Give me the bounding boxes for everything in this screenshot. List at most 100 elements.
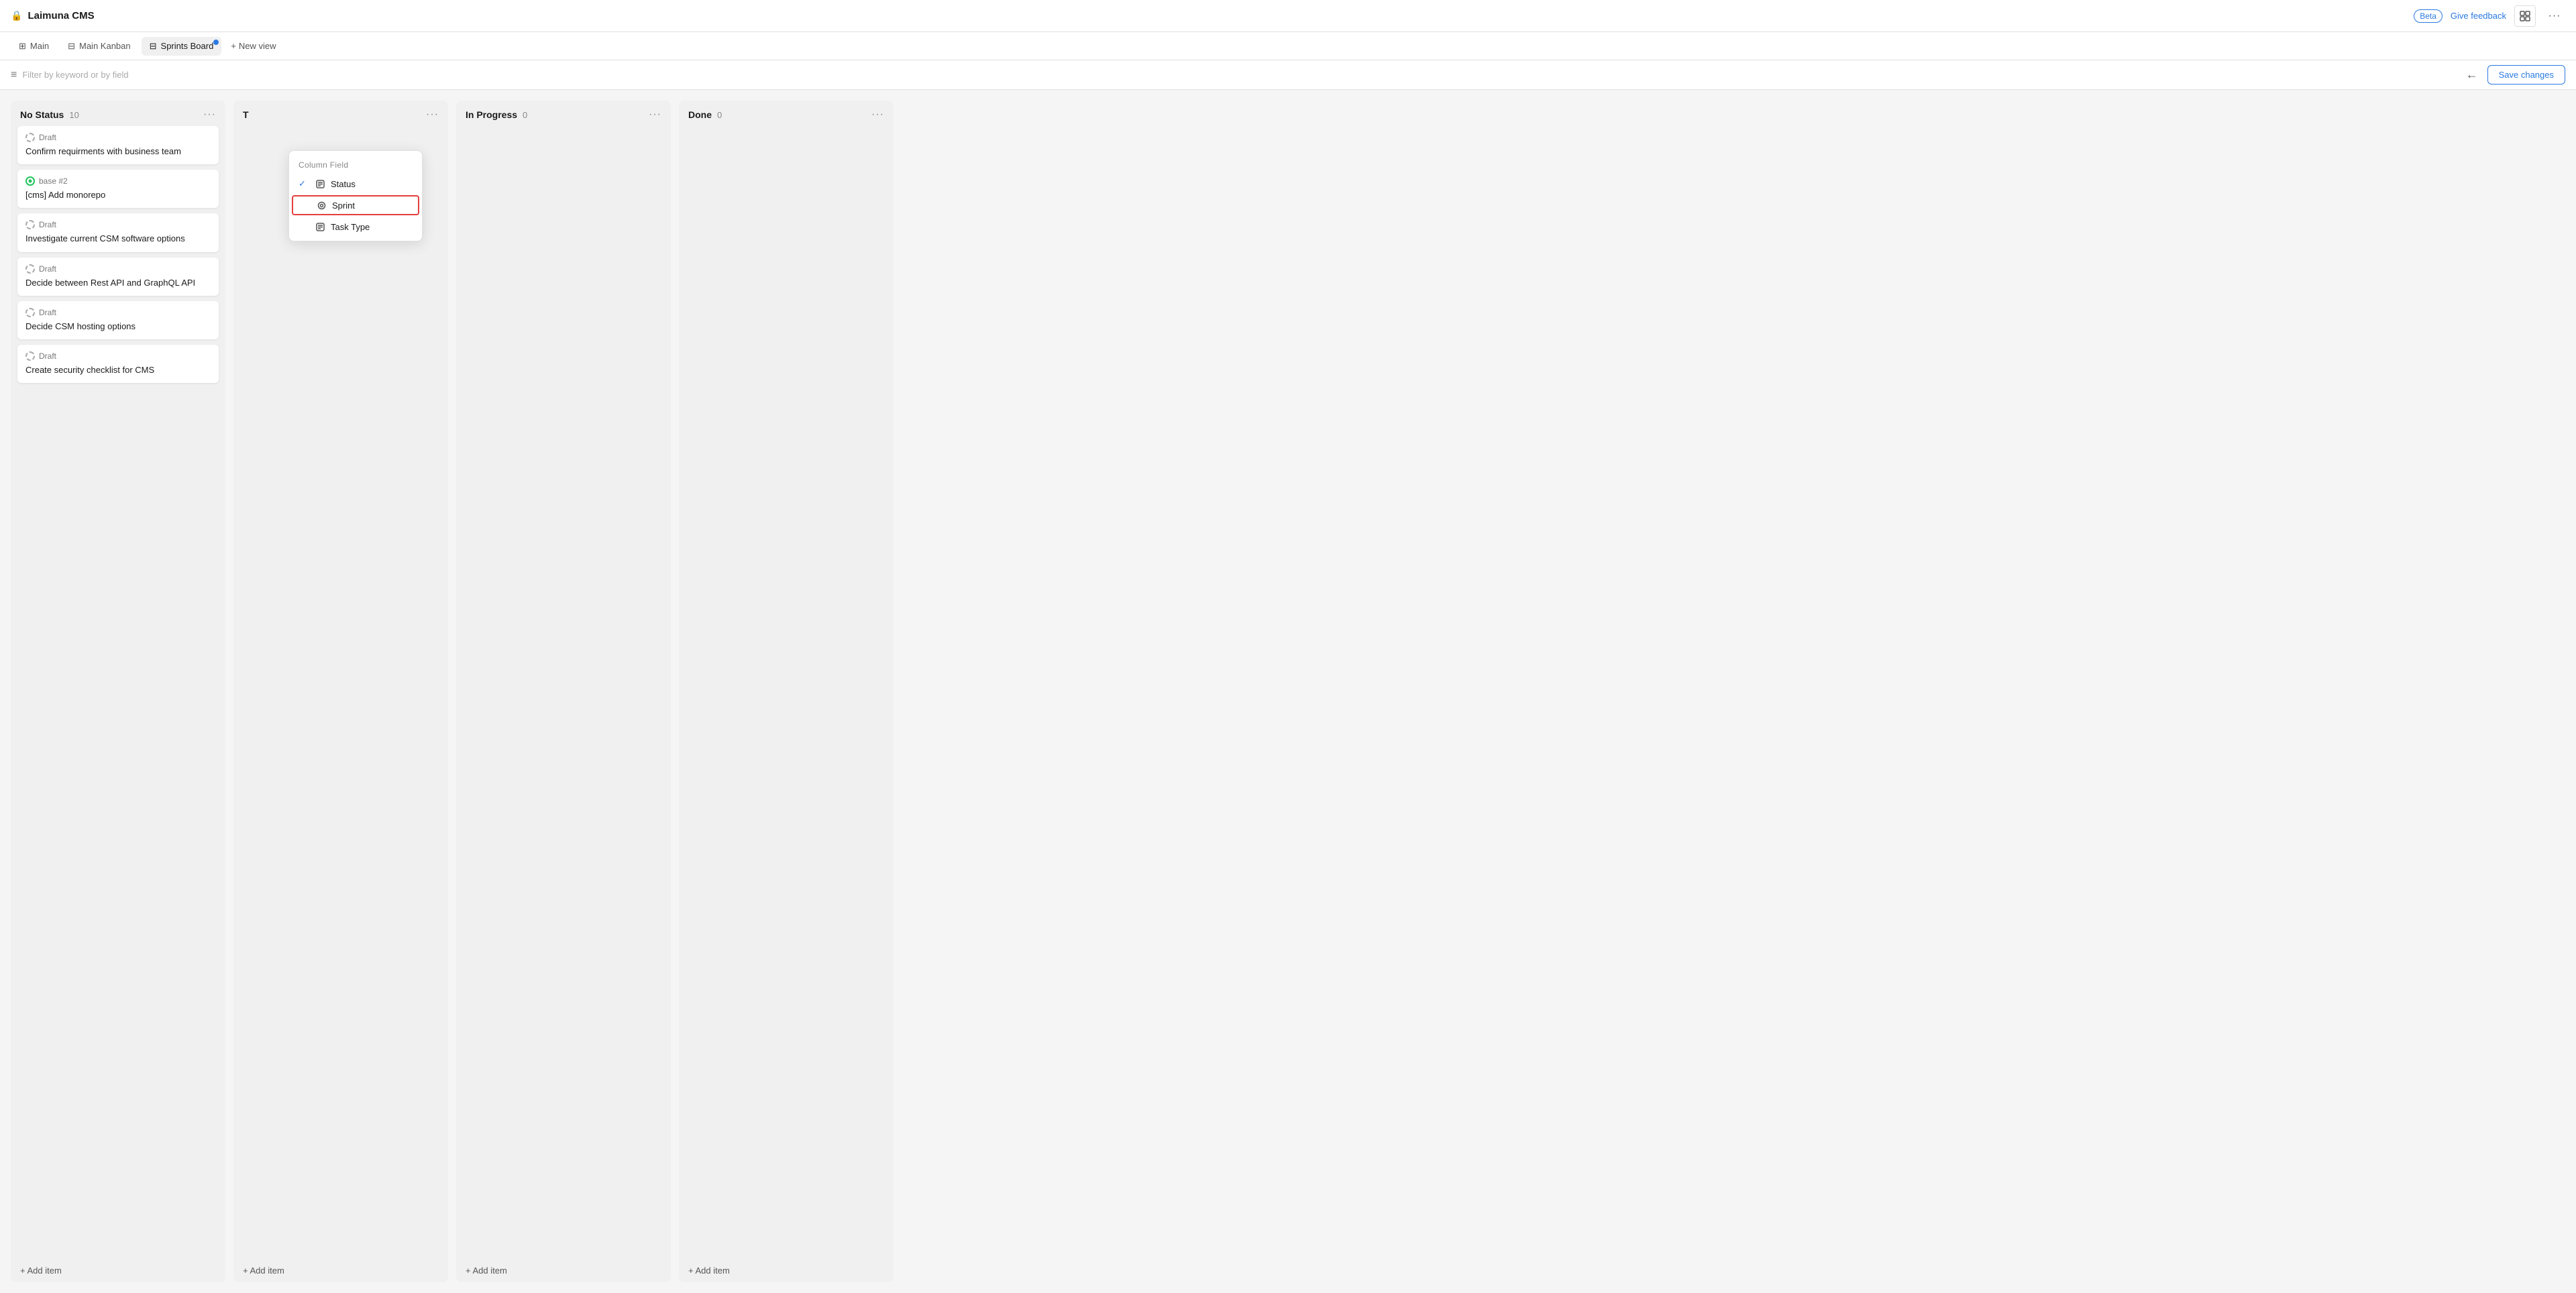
top-bar-right: Beta Give feedback ···	[2414, 5, 2565, 27]
dropdown-item-task-type-label: Task Type	[331, 222, 370, 232]
tab-sprints-board-label: Sprints Board	[161, 41, 214, 51]
column-todo-add-item[interactable]: + Add item	[233, 1259, 448, 1282]
column-done-title-group: Done 0	[688, 109, 722, 120]
card-status: Draft	[25, 351, 211, 361]
card-status: Draft	[25, 264, 211, 274]
base-status-icon	[25, 176, 35, 186]
tab-main[interactable]: ⊞ Main	[11, 37, 57, 56]
back-btn[interactable]: ←	[2463, 65, 2481, 85]
add-item-label: + Add item	[243, 1266, 284, 1276]
card-title: Decide CSM hosting options	[25, 321, 211, 333]
more-options-btn[interactable]: ···	[2544, 5, 2565, 27]
tab-sprints-icon: ⊟	[150, 41, 157, 52]
task-type-field-icon	[315, 223, 325, 231]
lock-icon: 🔒	[11, 10, 22, 21]
column-in-progress-title-group: In Progress 0	[466, 109, 527, 120]
column-no-status-count: 10	[69, 110, 78, 120]
column-field-dropdown: Column Field ✓ Status ✓	[288, 150, 423, 241]
table-row[interactable]: Draft Confirm requirments with business …	[17, 126, 219, 164]
tab-active-dot	[213, 40, 219, 45]
card-status: Draft	[25, 133, 211, 142]
column-in-progress-add-item[interactable]: + Add item	[456, 1259, 671, 1282]
tab-main-icon: ⊞	[19, 41, 26, 52]
status-field-icon	[315, 180, 325, 188]
table-row[interactable]: Draft Decide between Rest API and GraphQ…	[17, 258, 219, 296]
table-row[interactable]: Draft Decide CSM hosting options	[17, 301, 219, 339]
board-container: No Status 10 ··· Draft Confirm requirmen…	[0, 90, 2576, 1293]
column-todo-title: T	[243, 109, 249, 120]
dropdown-item-sprint-label: Sprint	[332, 201, 355, 211]
top-bar: 🔒 Laimuna CMS Beta Give feedback ···	[0, 0, 2576, 32]
filter-icon: ≡	[11, 69, 17, 81]
card-title: [cms] Add monorepo	[25, 189, 211, 201]
dropdown-item-status[interactable]: ✓ Status	[289, 174, 422, 194]
column-in-progress-count: 0	[523, 110, 527, 120]
column-in-progress-header: In Progress 0 ···	[456, 101, 671, 126]
column-no-status: No Status 10 ··· Draft Confirm requirmen…	[11, 101, 225, 1282]
draft-status-icon	[25, 351, 35, 361]
column-done-header: Done 0 ···	[679, 101, 894, 126]
tab-bar: ⊞ Main ⊟ Main Kanban ⊟ Sprints Board + N…	[0, 32, 2576, 60]
card-title: Decide between Rest API and GraphQL API	[25, 277, 211, 289]
column-no-status-title-group: No Status 10	[20, 109, 79, 120]
column-done: Done 0 ··· + Add item	[679, 101, 894, 1282]
column-todo: T ··· + Add item	[233, 101, 448, 1282]
draft-status-icon	[25, 133, 35, 142]
filter-bar: ≡ Filter by keyword or by field ← Save c…	[0, 60, 2576, 90]
card-title: Confirm requirments with business team	[25, 146, 211, 158]
column-in-progress: In Progress 0 ··· + Add item	[456, 101, 671, 1282]
filter-placeholder: Filter by keyword or by field	[22, 70, 128, 80]
new-view-btn[interactable]: + New view	[224, 37, 282, 55]
table-row[interactable]: base #2 [cms] Add monorepo	[17, 170, 219, 208]
tab-kanban-icon: ⊟	[68, 41, 75, 52]
column-no-status-menu[interactable]: ···	[203, 109, 216, 121]
table-row[interactable]: Draft Create security checklist for CMS	[17, 345, 219, 383]
card-status: Draft	[25, 220, 211, 229]
tab-main-label: Main	[30, 41, 49, 51]
card-status: Draft	[25, 308, 211, 317]
dropdown-header: Column Field	[289, 155, 422, 174]
beta-badge: Beta	[2414, 9, 2443, 23]
filter-right: ← Save changes	[2463, 65, 2565, 85]
column-todo-header: T ···	[233, 101, 448, 126]
draft-status-icon	[25, 220, 35, 229]
column-done-menu[interactable]: ···	[871, 109, 884, 121]
filter-left: ≡ Filter by keyword or by field	[11, 69, 129, 81]
new-view-label: New view	[239, 41, 276, 51]
add-item-label: + Add item	[20, 1266, 62, 1276]
save-changes-button[interactable]: Save changes	[2487, 65, 2565, 85]
card-status-label: Draft	[39, 133, 56, 142]
dropdown-item-sprint[interactable]: ✓ Sprint	[292, 195, 419, 215]
add-item-label: + Add item	[688, 1266, 730, 1276]
draft-status-icon	[25, 308, 35, 317]
app-branding: 🔒 Laimuna CMS	[11, 10, 95, 21]
column-no-status-header: No Status 10 ···	[11, 101, 225, 126]
column-todo-title-group: T	[243, 109, 249, 120]
column-no-status-add-item[interactable]: + Add item	[11, 1259, 225, 1282]
draft-status-icon	[25, 264, 35, 274]
card-title: Investigate current CSM software options	[25, 233, 211, 245]
column-done-count: 0	[717, 110, 722, 120]
table-row[interactable]: Draft Investigate current CSM software o…	[17, 213, 219, 251]
column-done-title: Done	[688, 109, 712, 120]
give-feedback-link[interactable]: Give feedback	[2451, 11, 2506, 21]
tab-main-kanban[interactable]: ⊟ Main Kanban	[60, 37, 139, 56]
card-status-label: Draft	[39, 308, 56, 317]
column-todo-body	[233, 126, 448, 1259]
column-no-status-body: Draft Confirm requirments with business …	[11, 126, 225, 1259]
column-in-progress-menu[interactable]: ···	[649, 109, 661, 121]
column-in-progress-title: In Progress	[466, 109, 517, 120]
layout-icon-btn[interactable]	[2514, 5, 2536, 27]
column-done-body	[679, 126, 894, 1259]
column-done-add-item[interactable]: + Add item	[679, 1259, 894, 1282]
card-title: Create security checklist for CMS	[25, 364, 211, 376]
column-todo-menu[interactable]: ···	[426, 109, 439, 121]
card-status-label: Draft	[39, 351, 56, 361]
card-status-label: Draft	[39, 220, 56, 229]
dropdown-item-task-type[interactable]: ✓ Task Type	[289, 217, 422, 237]
sprint-field-icon	[316, 201, 327, 210]
tab-sprints-board[interactable]: ⊟ Sprints Board	[142, 37, 222, 56]
add-item-label: + Add item	[466, 1266, 507, 1276]
column-no-status-title: No Status	[20, 109, 64, 120]
new-view-plus-icon: +	[231, 41, 236, 51]
